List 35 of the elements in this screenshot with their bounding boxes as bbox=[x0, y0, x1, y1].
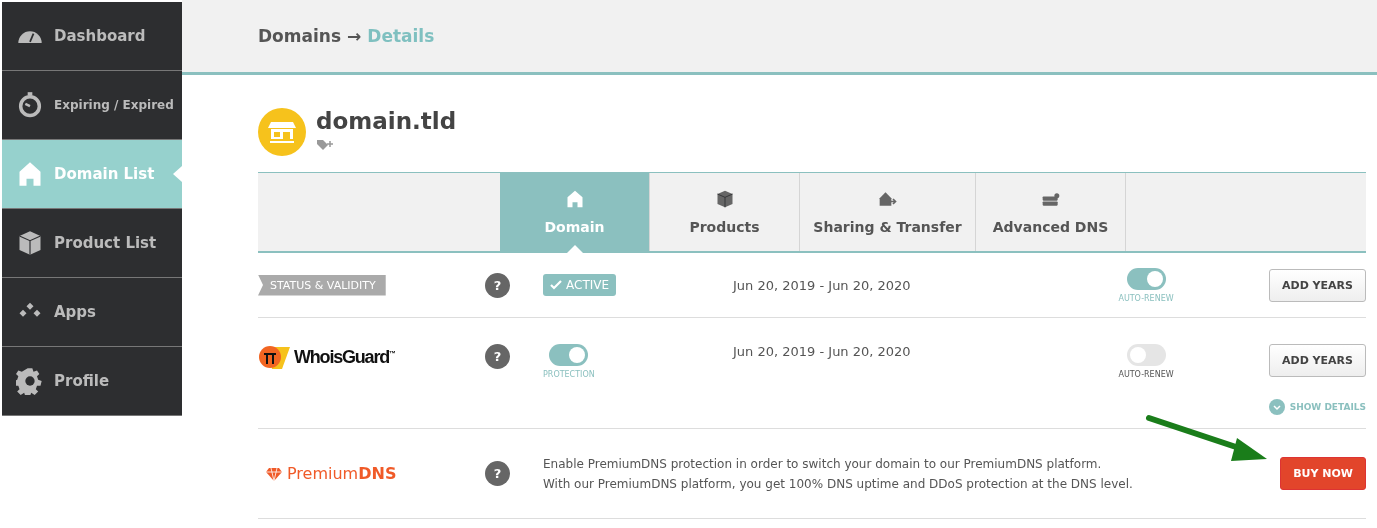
premiumdns-logo: PremiumDNS bbox=[258, 464, 485, 483]
box-icon bbox=[16, 229, 44, 257]
tab[interactable]: Advanced DNS bbox=[976, 173, 1126, 251]
store-icon bbox=[258, 108, 306, 156]
section-label: STATUS & VALIDITY bbox=[258, 274, 386, 296]
add-years-button[interactable]: ADD YEARS bbox=[1269, 268, 1366, 302]
toggle-switch[interactable] bbox=[1126, 267, 1166, 290]
toggle-label: AUTO-RENEW bbox=[1118, 370, 1174, 379]
help-button[interactable]: ? bbox=[485, 344, 510, 369]
tab[interactable]: Sharing & Transfer bbox=[800, 173, 976, 251]
validity-dates: Jun 20, 2019 - Jun 20, 2020 bbox=[733, 277, 912, 293]
toggle-label: AUTO-RENEW bbox=[1118, 293, 1174, 303]
whoisguard-logo: WhoisGuard$^{™}$ bbox=[258, 344, 485, 370]
breadcrumb-separator: → bbox=[347, 26, 362, 46]
chevron-down-icon bbox=[1268, 399, 1285, 415]
validity-dates: Jun 20, 2019 - Jun 20, 2020 bbox=[733, 344, 912, 359]
toggle-switch[interactable] bbox=[1126, 344, 1166, 366]
selection-caret bbox=[566, 245, 583, 253]
toggle-switch[interactable] bbox=[549, 344, 589, 366]
help-button[interactable]: ? bbox=[485, 461, 510, 486]
stopwatch-icon bbox=[16, 91, 44, 119]
domain-name: domain.tld bbox=[316, 108, 457, 134]
help-button[interactable]: ? bbox=[485, 272, 510, 298]
toggle-label: PROTECTION bbox=[543, 370, 595, 379]
breadcrumb-link[interactable]: Domains bbox=[258, 26, 342, 46]
box-icon bbox=[714, 189, 735, 209]
status-badge: ACTIVE bbox=[543, 274, 617, 296]
add-tag-icon[interactable] bbox=[316, 138, 334, 152]
description-text: Enable PremiumDNS protection in order to switch your domain to our PremiumDNS platform. With our PremiumDNS platform, you get 100% DNS uptime and DDoS protection at the DNS level. bbox=[543, 455, 1134, 493]
add-years-button[interactable]: ADD YEARS bbox=[1269, 344, 1366, 377]
tab[interactable]: Products bbox=[650, 173, 800, 251]
buy-button[interactable]: BUY NOW bbox=[1280, 457, 1366, 490]
house-arrow-icon bbox=[877, 189, 898, 209]
selection-notch bbox=[173, 166, 182, 182]
settings-icon bbox=[16, 367, 44, 395]
